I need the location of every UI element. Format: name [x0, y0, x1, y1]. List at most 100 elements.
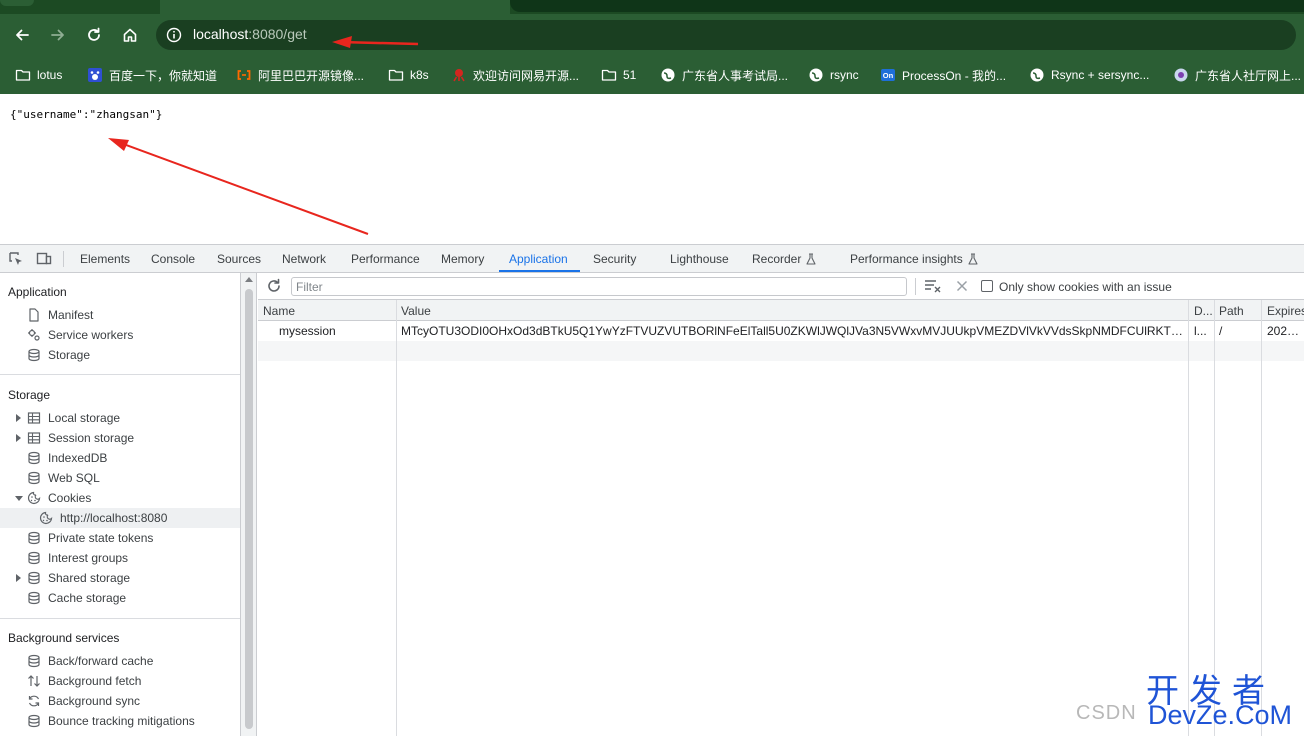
inspect-element-icon[interactable]: [8, 251, 24, 267]
sidebar-item-back-forward-cache[interactable]: Back/forward cache: [0, 651, 240, 671]
sidebar-item-label: Back/forward cache: [48, 654, 154, 668]
table-icon: [26, 410, 42, 426]
sidebar-item-label: Manifest: [48, 308, 94, 322]
sidebar-item-cookie-origin[interactable]: http://localhost:8080: [0, 508, 240, 528]
sidebar-item-service-workers[interactable]: Service workers: [0, 325, 240, 345]
sidebar-item-private-state-tokens[interactable]: Private state tokens: [0, 528, 240, 548]
database-icon: [26, 570, 42, 586]
cookie-name-cell[interactable]: mysession: [279, 324, 391, 338]
tab-memory[interactable]: Memory: [441, 252, 484, 266]
cookie-domain-cell[interactable]: l...: [1194, 324, 1212, 338]
sidebar-item-session-storage[interactable]: Session storage: [0, 428, 240, 448]
bookmark-rsync[interactable]: rsync: [808, 66, 859, 84]
tab-sources[interactable]: Sources: [217, 252, 261, 266]
cookies-toolbar: Only show cookies with an issue: [258, 273, 1304, 300]
tab-application[interactable]: Application: [509, 252, 568, 266]
tab-console[interactable]: Console: [151, 252, 195, 266]
database-icon: [26, 470, 42, 486]
sidebar-item-label: Private state tokens: [48, 531, 154, 545]
tab-previous[interactable]: [0, 0, 34, 6]
scrollbar-thumb[interactable]: [245, 289, 253, 729]
bookmark-label: 51: [623, 68, 637, 82]
tab-network[interactable]: Network: [282, 252, 326, 266]
bookmarks-bar: lotus 百度一下，你就知道 阿里巴巴开源镜像... k8s 欢迎访问网易开源…: [0, 56, 1304, 94]
home-button[interactable]: [119, 24, 141, 46]
sidebar-item-label: Background fetch: [48, 674, 142, 688]
sidebar-item-shared-storage[interactable]: Shared storage: [0, 568, 240, 588]
table-icon: [26, 430, 42, 446]
expand-arrow-icon[interactable]: [16, 574, 21, 582]
processon-icon: On: [880, 67, 896, 83]
url-path: :8080/get: [248, 26, 307, 42]
database-icon: [26, 590, 42, 606]
tab-next[interactable]: [510, 0, 1304, 12]
bookmark-label: ProcessOn - 我的...: [902, 68, 1007, 83]
forward-button[interactable]: [47, 24, 69, 46]
section-title-application: Application: [8, 285, 67, 299]
address-bar[interactable]: localhost:8080/get: [156, 20, 1296, 50]
column-header-name[interactable]: Name: [263, 304, 295, 318]
bookmark-rsync-sersync[interactable]: Rsync + sersync...: [1029, 66, 1149, 84]
netease-icon: [451, 67, 467, 83]
bookmark-netease[interactable]: 欢迎访问网易开源...: [451, 66, 579, 84]
url-text[interactable]: localhost:8080/get: [193, 26, 307, 42]
expand-arrow-icon[interactable]: [16, 414, 21, 422]
sidebar-item-storage-overview[interactable]: Storage: [0, 345, 240, 365]
tab-performance-insights[interactable]: Performance insights: [850, 252, 979, 266]
bookmark-processon[interactable]: On ProcessOn - 我的...: [880, 66, 1006, 84]
refresh-icon[interactable]: [266, 278, 282, 294]
bookmark-baidu[interactable]: 百度一下，你就知道: [87, 66, 217, 84]
section-title-storage: Storage: [8, 388, 51, 402]
sidebar-item-background-fetch[interactable]: Background fetch: [0, 671, 240, 691]
sidebar-item-bounce-tracking[interactable]: Bounce tracking mitigations: [0, 711, 240, 731]
tab-active[interactable]: [160, 0, 510, 14]
only-issues-checkbox[interactable]: [981, 280, 993, 292]
filter-input[interactable]: [291, 277, 907, 296]
column-header-expires[interactable]: Expires: [1267, 304, 1304, 318]
sidebar-item-cache-storage[interactable]: Cache storage: [0, 588, 240, 608]
cookie-value-cell[interactable]: MTcyOTU3ODI0OHxOd3dBTkU5Q1YwYzFTVUZVUTBO…: [401, 324, 1185, 338]
sidebar-scrollbar[interactable]: [241, 273, 257, 736]
reload-button[interactable]: [83, 24, 105, 46]
column-header-domain[interactable]: D...: [1194, 304, 1213, 318]
collapse-arrow-icon[interactable]: [15, 496, 23, 501]
back-button[interactable]: [11, 24, 33, 46]
sidebar-item-manifest[interactable]: Manifest: [0, 305, 240, 325]
tab-performance[interactable]: Performance: [351, 252, 420, 266]
database-icon: [26, 713, 42, 729]
tab-elements[interactable]: Elements: [80, 252, 130, 266]
cookie-expires-cell[interactable]: 2024-1: [1267, 324, 1304, 338]
sidebar-item-cookies[interactable]: Cookies: [0, 488, 240, 508]
folder-icon: [601, 67, 617, 83]
bookmark-gd-exam[interactable]: 广东省人事考试局...: [660, 66, 788, 84]
bookmark-lotus[interactable]: lotus: [15, 66, 62, 84]
bookmark-51[interactable]: 51: [601, 66, 636, 84]
sidebar-item-label: Cache storage: [48, 591, 127, 605]
delete-selected-icon[interactable]: [954, 278, 970, 294]
site-info-icon[interactable]: [166, 27, 182, 43]
tab-recorder[interactable]: Recorder: [752, 252, 817, 266]
section-divider: [0, 374, 240, 375]
sidebar-item-indexeddb[interactable]: IndexedDB: [0, 448, 240, 468]
sidebar-item-background-sync[interactable]: Background sync: [0, 691, 240, 711]
expand-arrow-icon[interactable]: [16, 434, 21, 442]
sidebar-item-interest-groups[interactable]: Interest groups: [0, 548, 240, 568]
sidebar-item-local-storage[interactable]: Local storage: [0, 408, 240, 428]
bookmark-label: 欢迎访问网易开源...: [473, 68, 580, 83]
tab-lighthouse[interactable]: Lighthouse: [670, 252, 729, 266]
folder-icon: [388, 67, 404, 83]
home-icon: [123, 28, 137, 42]
scroll-up-icon[interactable]: [245, 277, 253, 282]
column-divider[interactable]: [396, 300, 397, 736]
tab-security[interactable]: Security: [593, 252, 636, 266]
cookie-path-cell[interactable]: /: [1219, 324, 1259, 338]
clear-filtered-cookies-icon[interactable]: [924, 278, 942, 294]
column-header-value[interactable]: Value: [401, 304, 431, 318]
bookmark-aliyun[interactable]: 阿里巴巴开源镜像...: [236, 66, 364, 84]
sidebar-item-web-sql[interactable]: Web SQL: [0, 468, 240, 488]
bookmark-k8s[interactable]: k8s: [388, 66, 429, 84]
tab-recorder-label: Recorder: [752, 252, 802, 266]
bookmark-gd-hrss[interactable]: 广东省人社厅网上...: [1173, 66, 1301, 84]
device-toolbar-icon[interactable]: [36, 251, 52, 267]
column-header-path[interactable]: Path: [1219, 304, 1244, 318]
